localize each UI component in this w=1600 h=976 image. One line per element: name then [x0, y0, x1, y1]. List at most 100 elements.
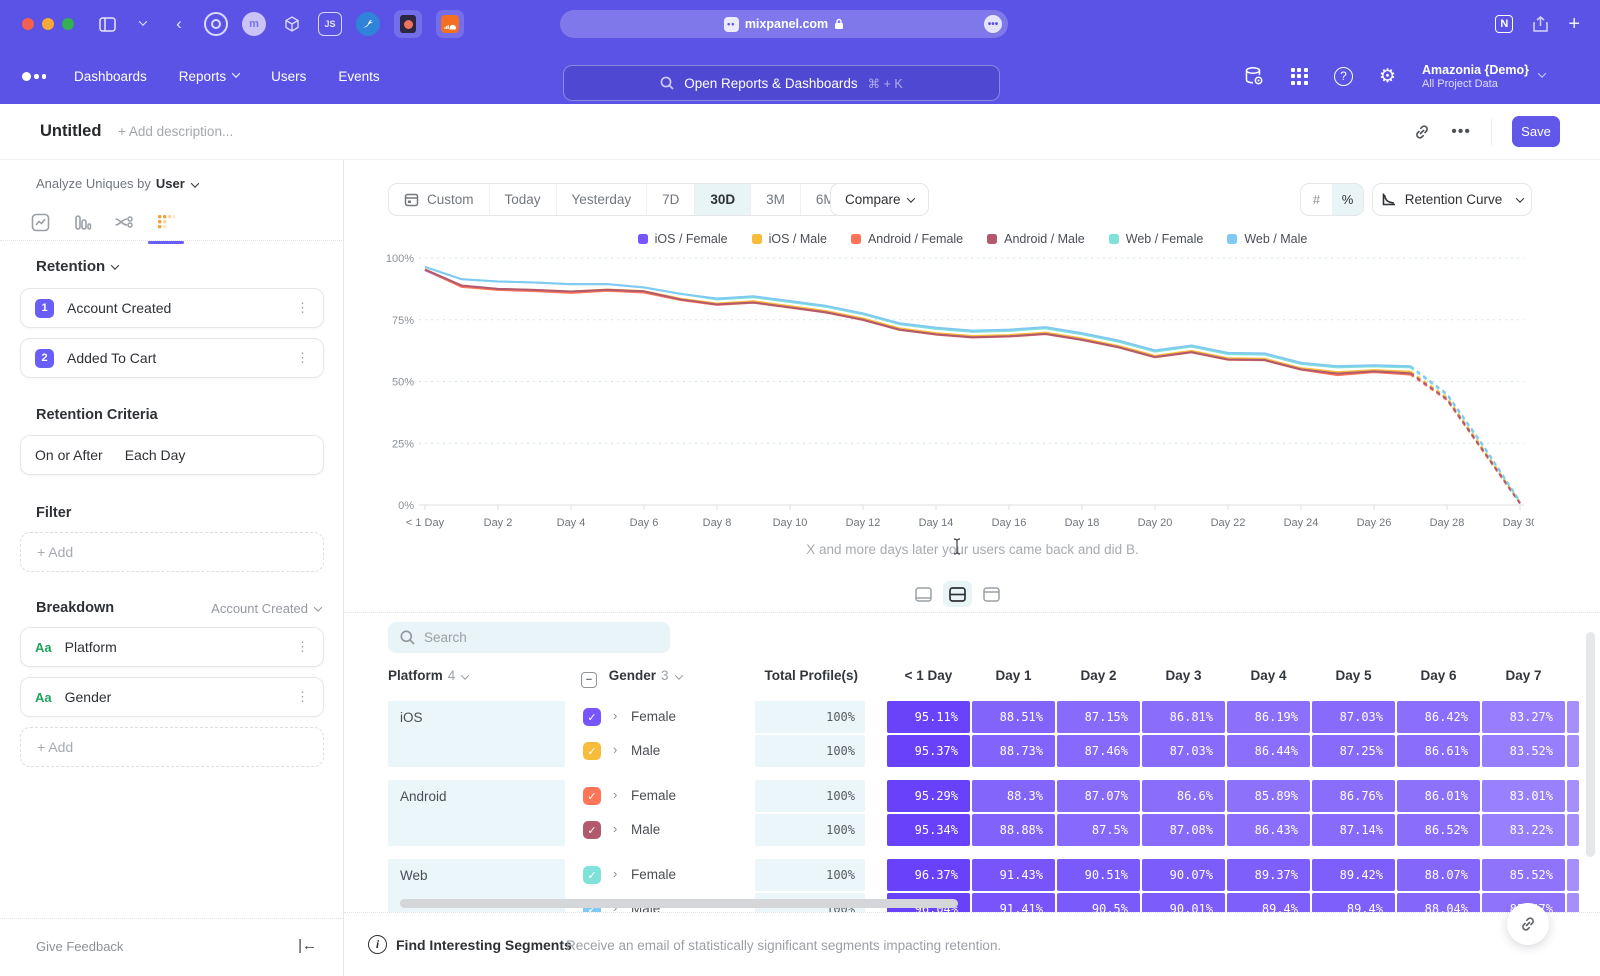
retention-cell[interactable]: 86.6%	[1142, 780, 1225, 812]
notion-icon[interactable]: N	[1495, 15, 1513, 33]
retention-cell[interactable]: 86.81%	[1142, 701, 1225, 733]
tab-funnels[interactable]	[64, 206, 100, 238]
retention-cell[interactable]: 87.46%	[1057, 735, 1140, 767]
retention-cell[interactable]: 83.01%	[1482, 780, 1565, 812]
retention-cell[interactable]: 85.89%	[1227, 780, 1310, 812]
series-dashed-iOS / Male[interactable]	[1411, 372, 1521, 503]
retention-cell[interactable]: 95.11%	[887, 701, 970, 733]
report-title[interactable]: Untitled	[40, 122, 101, 141]
legend-item[interactable]: iOS / Male	[752, 232, 827, 246]
retention-cell[interactable]: 87.03%	[1312, 701, 1395, 733]
copy-link-floating-button[interactable]	[1507, 903, 1549, 945]
retention-cell[interactable]: 86.42%	[1397, 701, 1480, 733]
layout-table-only-button[interactable]	[977, 581, 1006, 607]
settings-gear-icon[interactable]: ⚙	[1379, 65, 1396, 88]
retention-cell[interactable]: 86.76%	[1312, 780, 1395, 812]
apps-grid-icon[interactable]	[1291, 68, 1308, 85]
retention-cell[interactable]: 89.42%	[1312, 859, 1395, 891]
retention-cell[interactable]: 86.01%	[1397, 780, 1480, 812]
new-tab-icon[interactable]: +	[1568, 13, 1580, 36]
data-management-icon[interactable]	[1243, 65, 1265, 87]
tab-insights[interactable]	[22, 206, 58, 238]
bird-app-icon[interactable]	[356, 12, 380, 36]
nav-item-events[interactable]: Events	[338, 69, 379, 84]
retention-cell[interactable]: 96.37%	[887, 859, 970, 891]
unit-count-button[interactable]: #	[1301, 184, 1332, 215]
criteria-mode[interactable]: On or After	[35, 447, 103, 463]
retention-cell[interactable]: 86.19%	[1227, 701, 1310, 733]
range-custom[interactable]: Custom	[389, 184, 490, 215]
breakdown-platform-card[interactable]: Aa Platform ⋮	[20, 627, 324, 667]
breakdown-scope-dropdown[interactable]: Account Created	[211, 601, 321, 616]
retention-cell[interactable]: 90.01%	[1142, 893, 1225, 912]
retention-cell[interactable]: 88.04%	[1397, 893, 1480, 912]
retention-cell[interactable]: 87.5%	[1057, 814, 1140, 846]
retention-cell[interactable]: 89.4%	[1312, 893, 1395, 912]
retention-cell[interactable]: 90.07%	[1142, 859, 1225, 891]
segment-checkbox[interactable]: ✓	[583, 742, 601, 760]
legend-item[interactable]: Web / Female	[1109, 232, 1204, 246]
segment-checkbox[interactable]: ✓	[583, 821, 601, 839]
give-feedback-link[interactable]: Give Feedback	[36, 939, 123, 954]
browser-sidebar-icon[interactable]	[96, 13, 118, 35]
retention-cell[interactable]: 87.25%	[1312, 735, 1395, 767]
range-30d[interactable]: 30D	[695, 184, 751, 215]
retention-cell[interactable]: 83.52%	[1482, 735, 1565, 767]
breakdown-more-icon[interactable]: ⋮	[296, 689, 309, 705]
step-more-icon[interactable]: ⋮	[296, 350, 309, 366]
platform-cell[interactable]: Android	[388, 780, 565, 846]
range-yesterday[interactable]: Yesterday	[557, 184, 648, 215]
segment-checkbox[interactable]: ✓	[583, 866, 601, 884]
series-iOS / Female[interactable]	[425, 270, 1411, 373]
nav-item-users[interactable]: Users	[271, 69, 306, 84]
more-options-button[interactable]: •••	[1451, 123, 1471, 141]
retention-cell[interactable]: 95.37%	[887, 735, 970, 767]
retention-cell[interactable]: 91.43%	[972, 859, 1055, 891]
retention-cell[interactable]: 83.22%	[1482, 814, 1565, 846]
soundcloud-app-icon[interactable]	[436, 10, 464, 38]
breakdown-more-icon[interactable]: ⋮	[296, 639, 309, 655]
expand-row-icon[interactable]: ›	[613, 866, 617, 881]
range-today[interactable]: Today	[490, 184, 557, 215]
retention-cell[interactable]: 88.3%	[972, 780, 1055, 812]
breakdown-gender-card[interactable]: Aa Gender ⋮	[20, 677, 324, 717]
retention-cell[interactable]: 87.08%	[1142, 814, 1225, 846]
retention-cell[interactable]: 90.5%	[1057, 893, 1140, 912]
segment-checkbox[interactable]: ✓	[583, 787, 601, 805]
close-window-button[interactable]	[22, 18, 34, 30]
retention-cell[interactable]: 83.27%	[1482, 701, 1565, 733]
retention-cell[interactable]: 87.03%	[1142, 735, 1225, 767]
retention-cell[interactable]: 86.61%	[1397, 735, 1480, 767]
nav-item-dashboards[interactable]: Dashboards	[74, 69, 147, 84]
filter-add-button[interactable]: + Add	[20, 532, 324, 572]
series-dashed-Android / Female[interactable]	[1411, 375, 1521, 504]
expand-row-icon[interactable]: ›	[613, 787, 617, 802]
retention-cell[interactable]: 86.43%	[1227, 814, 1310, 846]
layout-split-button[interactable]	[943, 581, 972, 607]
cube-app-icon[interactable]	[280, 12, 304, 36]
horizontal-scrollbar[interactable]	[400, 899, 958, 908]
expand-row-icon[interactable]: ›	[613, 821, 617, 836]
series-dashed-Android / Male[interactable]	[1411, 373, 1521, 503]
find-segments-title[interactable]: Find Interesting Segments	[396, 937, 572, 953]
retention-cell[interactable]: 90.51%	[1057, 859, 1140, 891]
tab-retention[interactable]	[148, 206, 184, 238]
retention-criteria-card[interactable]: On or After Each Day	[20, 435, 324, 475]
series-Web / Male[interactable]	[425, 267, 1411, 366]
account-switcher[interactable]: Amazonia {Demo} All Project Data	[1422, 63, 1545, 90]
nav-item-reports[interactable]: Reports	[179, 69, 239, 84]
breakdown-add-button[interactable]: + Add	[20, 727, 324, 767]
retention-cell[interactable]: 86.52%	[1397, 814, 1480, 846]
retention-cell[interactable]: 88.88%	[972, 814, 1055, 846]
retention-cell[interactable]: 89.4%	[1227, 893, 1310, 912]
share-icon[interactable]	[1533, 16, 1548, 33]
expand-row-icon[interactable]: ›	[613, 708, 617, 723]
step-more-icon[interactable]: ⋮	[296, 300, 309, 316]
legend-item[interactable]: Android / Male	[987, 232, 1085, 246]
expand-row-icon[interactable]: ›	[613, 742, 617, 757]
global-search-button[interactable]: Open Reports & Dashboards ⌘ + K	[563, 65, 1000, 101]
chart-type-dropdown[interactable]: Retention Curve	[1372, 183, 1532, 216]
mixpanel-logo[interactable]	[22, 72, 46, 81]
url-bar[interactable]: •• mixpanel.com •••	[560, 10, 1008, 38]
retention-cell[interactable]: 86.44%	[1227, 735, 1310, 767]
